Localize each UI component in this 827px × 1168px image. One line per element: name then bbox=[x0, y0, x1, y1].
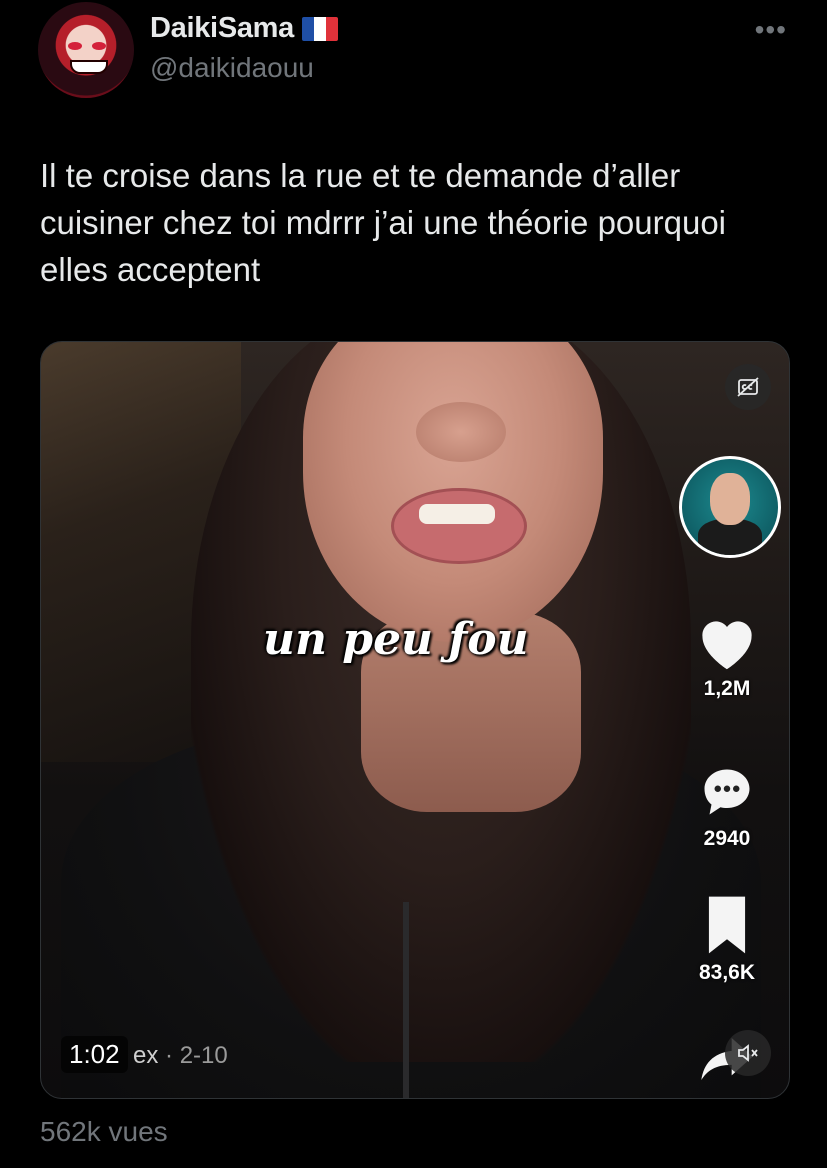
video-frame-mouth bbox=[391, 488, 527, 564]
tweet-text: Il te croise dans la rue et te demande d… bbox=[40, 157, 727, 288]
author-handle[interactable]: @daikidaouu bbox=[150, 52, 314, 84]
author-avatar[interactable] bbox=[38, 2, 134, 98]
france-flag-icon bbox=[302, 16, 338, 41]
video-frame-nose bbox=[416, 402, 506, 462]
like-count: 1,2M bbox=[703, 677, 751, 700]
video-frame-teeth bbox=[419, 504, 495, 524]
tweet-page: DaikiSama @daikidaouu ••• Il te croise d… bbox=[0, 0, 827, 1168]
save-count: 83,6K bbox=[698, 961, 756, 984]
closed-captions-off-icon[interactable] bbox=[725, 364, 771, 410]
watermark-right: · 2-10 bbox=[165, 1042, 228, 1069]
author-name-row: DaikiSama bbox=[150, 12, 338, 45]
comment-bubble-icon bbox=[704, 769, 750, 815]
speaker-muted-icon[interactable] bbox=[725, 1030, 771, 1076]
comment-count: 2940 bbox=[703, 827, 751, 850]
video-player[interactable]: un peu ƒou 1,2M 2940 83,6K 1:02 ex · 2-1… bbox=[40, 341, 790, 1099]
video-duration: 1:02 bbox=[61, 1036, 128, 1073]
author-display-name[interactable]: DaikiSama bbox=[150, 12, 294, 45]
view-count: 562k vues bbox=[40, 1116, 168, 1147]
avatar-eye bbox=[92, 42, 106, 50]
watermark-left: ex bbox=[133, 1042, 159, 1069]
like-action[interactable]: 1,2M bbox=[679, 612, 775, 701]
video-frame-zipper bbox=[403, 902, 409, 1098]
creator-avatar[interactable] bbox=[679, 456, 781, 558]
avatar-grin bbox=[70, 60, 108, 74]
heart-icon bbox=[702, 621, 752, 670]
bookmark-icon bbox=[708, 896, 746, 954]
video-watermark: ex · 2-10 bbox=[133, 1042, 228, 1070]
avatar-eye bbox=[68, 42, 82, 50]
creator-avatar-head bbox=[710, 473, 750, 525]
more-horizontal-icon[interactable]: ••• bbox=[755, 14, 787, 46]
comment-action[interactable]: 2940 bbox=[679, 762, 775, 851]
video-caption: un peu ƒou bbox=[263, 614, 529, 665]
save-action[interactable]: 83,6K bbox=[679, 894, 775, 985]
